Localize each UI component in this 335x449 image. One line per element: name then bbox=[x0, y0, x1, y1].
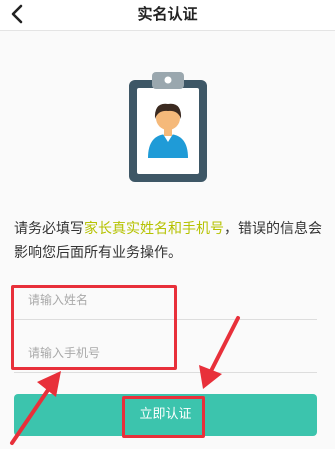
main-content: 请务必填写家长真实姓名和手机号，错误的信息会影响您后面所有业务操作。 立即认证 bbox=[0, 31, 335, 449]
intro-highlight: 家长真实姓名和手机号 bbox=[84, 221, 224, 237]
top-bar: 实名认证 bbox=[0, 0, 335, 31]
page-title: 实名认证 bbox=[137, 5, 198, 23]
annotation-box-button bbox=[122, 396, 205, 438]
id-badge-icon bbox=[124, 66, 214, 186]
intro-prefix: 请务必填写 bbox=[14, 221, 84, 237]
annotation-box-fields bbox=[11, 285, 177, 370]
intro-text: 请务必填写家长真实姓名和手机号，错误的信息会影响您后面所有业务操作。 bbox=[14, 217, 326, 265]
